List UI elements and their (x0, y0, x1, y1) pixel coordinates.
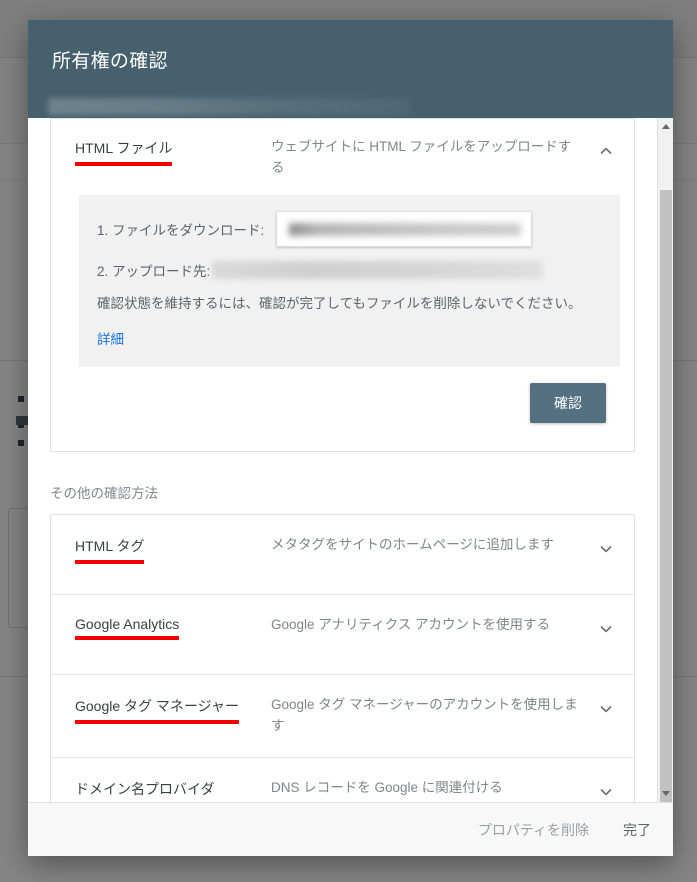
step-upload-destination: 2. アップロード先: (97, 257, 602, 283)
scroll-down-arrow-icon[interactable] (658, 785, 673, 802)
method-name-label: HTML ファイル (75, 140, 173, 156)
download-file-button[interactable] (276, 210, 533, 247)
method-header-html-file[interactable]: HTML ファイル ウェブサイトに HTML ファイルをアップロードする (51, 119, 634, 195)
method-description-domain-name-provider: DNS レコードを Google に関連付ける (271, 780, 503, 796)
done-button[interactable]: 完了 (623, 820, 651, 840)
red-underline-annotation (75, 162, 173, 166)
step-download-label: 1. ファイルをダウンロード: (97, 222, 265, 238)
dialog-subtitle-redacted-url (48, 98, 410, 115)
red-underline-annotation (75, 560, 145, 565)
method-name-html-file: HTML ファイル (75, 137, 271, 166)
method-row-domain-name-provider[interactable]: ドメイン名プロバイダ DNS レコードを Google に関連付ける (51, 758, 634, 802)
scroll-up-arrow-icon[interactable] (658, 118, 673, 135)
step-upload-label: 2. アップロード先: (97, 263, 211, 279)
method-row-google-analytics[interactable]: Google Analytics Google アナリティクス アカウントを使用… (51, 595, 634, 676)
chevron-down-icon[interactable] (594, 697, 618, 721)
verify-button[interactable]: 確認 (530, 383, 606, 424)
chevron-up-icon[interactable] (594, 139, 618, 163)
ownership-verification-dialog: 所有権の確認 HTML ファイル ウェブサイトに HTML ファイルをアップロー… (28, 20, 673, 856)
dialog-footer: プロパティを削除 完了 (28, 802, 673, 856)
verification-note: 確認状態を維持するには、確認が完了してもファイルを削除しないでください。 (97, 295, 582, 311)
method-name-domain-name-provider: ドメイン名プロバイダ (75, 778, 271, 802)
dialog-title: 所有権の確認 (52, 51, 168, 72)
method-name-label: Google タグ マネージャー (75, 698, 239, 715)
method-card-html-file: HTML ファイル ウェブサイトに HTML ファイルをアップロードする 1. … (50, 118, 635, 453)
red-underline-annotation (75, 720, 239, 725)
method-name-label: Google Analytics (75, 616, 180, 633)
chevron-down-icon[interactable] (594, 537, 618, 561)
method-description-google-tag-manager: Google タグ マネージャーのアカウントを使用します (271, 697, 578, 734)
chevron-down-icon[interactable] (594, 617, 618, 641)
details-link[interactable]: 詳細 (97, 328, 124, 348)
method-name-google-analytics: Google Analytics (75, 615, 271, 641)
dialog-scroll-area: HTML ファイル ウェブサイトに HTML ファイルをアップロードする 1. … (28, 118, 657, 802)
dialog-header: 所有権の確認 (28, 20, 673, 118)
method-row-html-tag[interactable]: HTML タグ メタタグをサイトのホームページに追加します (51, 515, 634, 596)
dialog-scrollbar[interactable] (657, 118, 673, 802)
red-underline-annotation (75, 636, 180, 641)
method-name-label: HTML タグ (75, 538, 145, 555)
method-description-html-file: ウェブサイトに HTML ファイルをアップロードする (271, 139, 572, 175)
method-row-google-tag-manager[interactable]: Google タグ マネージャー Google タグ マネージャーのアカウントを… (51, 675, 634, 759)
dialog-body: HTML ファイル ウェブサイトに HTML ファイルをアップロードする 1. … (28, 118, 673, 802)
delete-property-button[interactable]: プロパティを削除 (478, 820, 589, 840)
other-methods-heading: その他の確認方法 (50, 486, 158, 502)
other-methods-list: HTML タグ メタタグをサイトのホームページに追加します Google Ana… (50, 514, 635, 802)
method-body-html-file: 1. ファイルをダウンロード: 2. アップロード先: 確認状態を維持するには、… (51, 194, 634, 452)
upload-destination-redacted-url (212, 260, 543, 279)
step-download-file: 1. ファイルをダウンロード: (97, 210, 602, 247)
scrollbar-thumb[interactable] (660, 190, 672, 802)
method-name-html-tag: HTML タグ (75, 535, 271, 565)
chevron-down-icon[interactable] (594, 780, 618, 802)
method-name-google-tag-manager: Google タグ マネージャー (75, 695, 271, 725)
verify-button-row: 確認 (79, 367, 620, 437)
verification-steps-box: 1. ファイルをダウンロード: 2. アップロード先: 確認状態を維持するには、… (79, 194, 620, 368)
method-description-google-analytics: Google アナリティクス アカウントを使用する (271, 617, 551, 633)
method-description-html-tag: メタタグをサイトのホームページに追加します (271, 537, 554, 553)
method-name-label: ドメイン名プロバイダ (75, 781, 215, 798)
